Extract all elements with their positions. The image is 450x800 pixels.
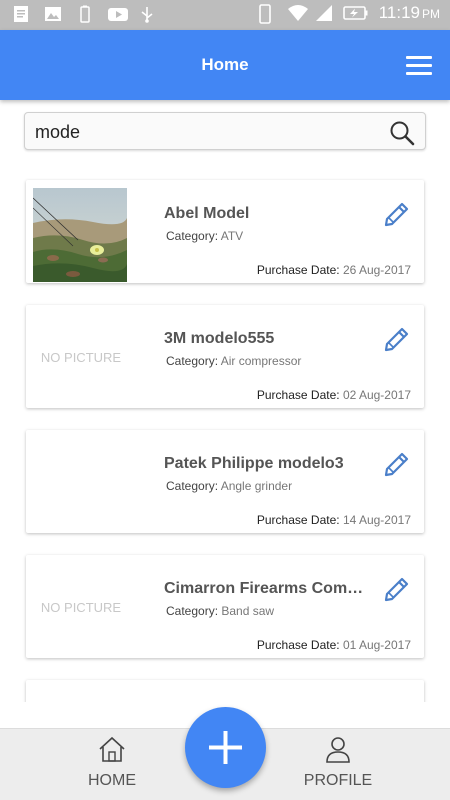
plus-icon	[185, 731, 266, 792]
youtube-icon	[108, 5, 128, 23]
item-purchase-date: Purchase Date: 14 Aug-2017	[256, 513, 411, 527]
list-item[interactable]	[26, 680, 424, 702]
item-name: Cimarron Firearms Comp...	[164, 580, 364, 597]
notes-icon	[12, 5, 30, 23]
edit-icon[interactable]	[382, 323, 412, 353]
nav-profile[interactable]: PROFILE	[278, 735, 398, 790]
item-thumbnail	[33, 188, 127, 282]
no-picture-label: NO PICTURE	[40, 600, 122, 615]
edit-icon[interactable]	[382, 573, 412, 603]
status-bar: 11:19 PM	[0, 0, 450, 30]
list-item[interactable]: NO PICTURE Cimarron Firearms Comp... Cat…	[26, 555, 424, 658]
item-category: Category: Angle grinder	[166, 479, 293, 493]
clock: 11:19 PM	[378, 3, 440, 22]
list-item[interactable]: Patek Philippe modelo3 Category: Angle g…	[26, 430, 424, 533]
phone-icon	[258, 4, 277, 24]
usb-icon	[140, 5, 158, 23]
item-purchase-date: Purchase Date: 26 Aug-2017	[256, 263, 411, 277]
item-category: Category: Band saw	[166, 604, 275, 618]
profile-icon	[323, 737, 353, 767]
add-item-button[interactable]	[185, 707, 266, 788]
list-item[interactable]: NO PICTURE 3M modelo555 Category: Air co…	[26, 305, 424, 408]
item-name: Patek Philippe modelo3	[164, 455, 344, 472]
search-icon[interactable]	[389, 120, 415, 146]
item-name: 3M modelo555	[164, 330, 275, 347]
battery-charging-icon	[342, 4, 369, 22]
image-icon	[44, 5, 62, 23]
nav-home-label: HOME	[88, 772, 136, 789]
search-input[interactable]	[35, 119, 375, 145]
nav-profile-label: PROFILE	[303, 772, 373, 789]
signal-icon	[315, 4, 333, 22]
list-item[interactable]: Abel Model Category: ATV Purchase Date: …	[26, 180, 424, 283]
item-category: Category: ATV	[166, 229, 244, 243]
item-purchase-date: Purchase Date: 02 Aug-2017	[256, 388, 411, 402]
no-picture-label: NO PICTURE	[40, 350, 122, 365]
edit-icon[interactable]	[382, 698, 412, 702]
app-bar: Home	[0, 30, 450, 100]
wifi-icon	[287, 4, 308, 22]
edit-icon[interactable]	[382, 198, 412, 228]
page-title: Home	[201, 55, 249, 74]
home-icon	[97, 736, 127, 767]
battery-saver-icon	[76, 5, 94, 23]
nav-home[interactable]: HOME	[52, 735, 172, 790]
item-list: Abel Model Category: ATV Purchase Date: …	[0, 178, 450, 702]
item-category: Category: Air compressor	[166, 354, 302, 368]
edit-icon[interactable]	[382, 448, 412, 478]
search-bar	[24, 112, 426, 150]
hamburger-menu-icon[interactable]	[406, 56, 432, 76]
item-purchase-date: Purchase Date: 01 Aug-2017	[256, 638, 411, 652]
item-name: Abel Model	[164, 205, 250, 222]
